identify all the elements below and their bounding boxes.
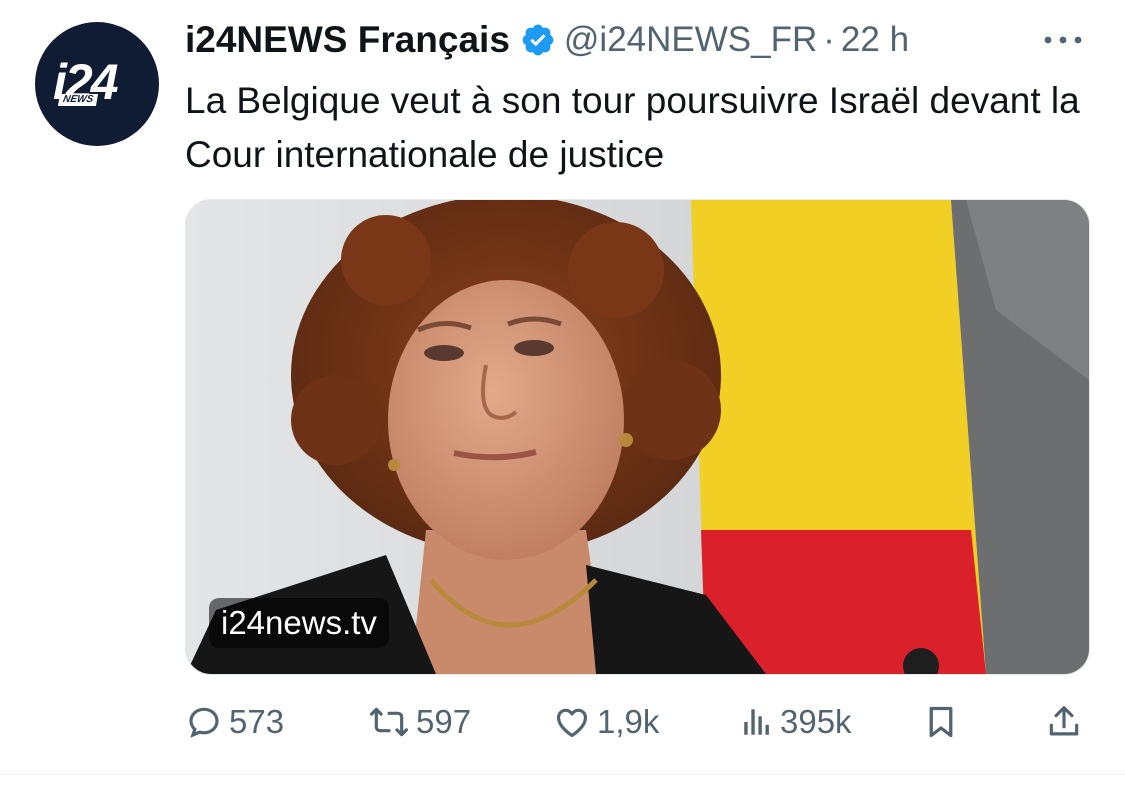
i24news-logo: i24 NEWS	[51, 54, 143, 114]
tweet-time[interactable]: 22 h	[841, 20, 909, 60]
tweet-actions: 573 597 1,9k 395k	[185, 698, 1085, 746]
tweet-header: i24NEWS Français @i24NEWS_FR · 22 h	[185, 14, 909, 66]
more-dots-icon[interactable]	[1040, 20, 1086, 60]
retweet-icon	[370, 707, 408, 737]
header-separator: ·	[823, 20, 835, 59]
avatar[interactable]: i24 NEWS	[35, 22, 159, 146]
views-icon	[744, 709, 769, 735]
account-name[interactable]: i24NEWS Français	[185, 19, 510, 61]
share-button[interactable]	[1045, 698, 1083, 746]
reply-count: 573	[229, 703, 285, 740]
retweet-count: 597	[416, 703, 472, 740]
tweet-text: La Belgique veut à son tour poursuivre I…	[185, 80, 1080, 175]
heart-icon	[556, 708, 588, 738]
retweet-button[interactable]: 597	[368, 698, 471, 746]
bookmark-button[interactable]	[923, 698, 959, 746]
like-button[interactable]: 1,9k	[553, 698, 659, 746]
media-link-label[interactable]: i24news.tv	[209, 598, 389, 648]
reply-icon	[189, 707, 219, 738]
views-button[interactable]: 395k	[740, 698, 852, 746]
tweet-media[interactable]: i24news.tv	[185, 199, 1090, 675]
verified-badge-icon	[522, 24, 554, 56]
reply-button[interactable]: 573	[185, 698, 284, 746]
tweet-divider	[0, 774, 1125, 775]
bookmark-icon	[929, 706, 953, 738]
account-handle[interactable]: @i24NEWS_FR	[564, 20, 817, 60]
share-icon	[1049, 706, 1079, 736]
avatar-logo-subtext: NEWS	[57, 94, 99, 106]
views-count: 395k	[780, 703, 852, 740]
like-count: 1,9k	[597, 703, 660, 740]
